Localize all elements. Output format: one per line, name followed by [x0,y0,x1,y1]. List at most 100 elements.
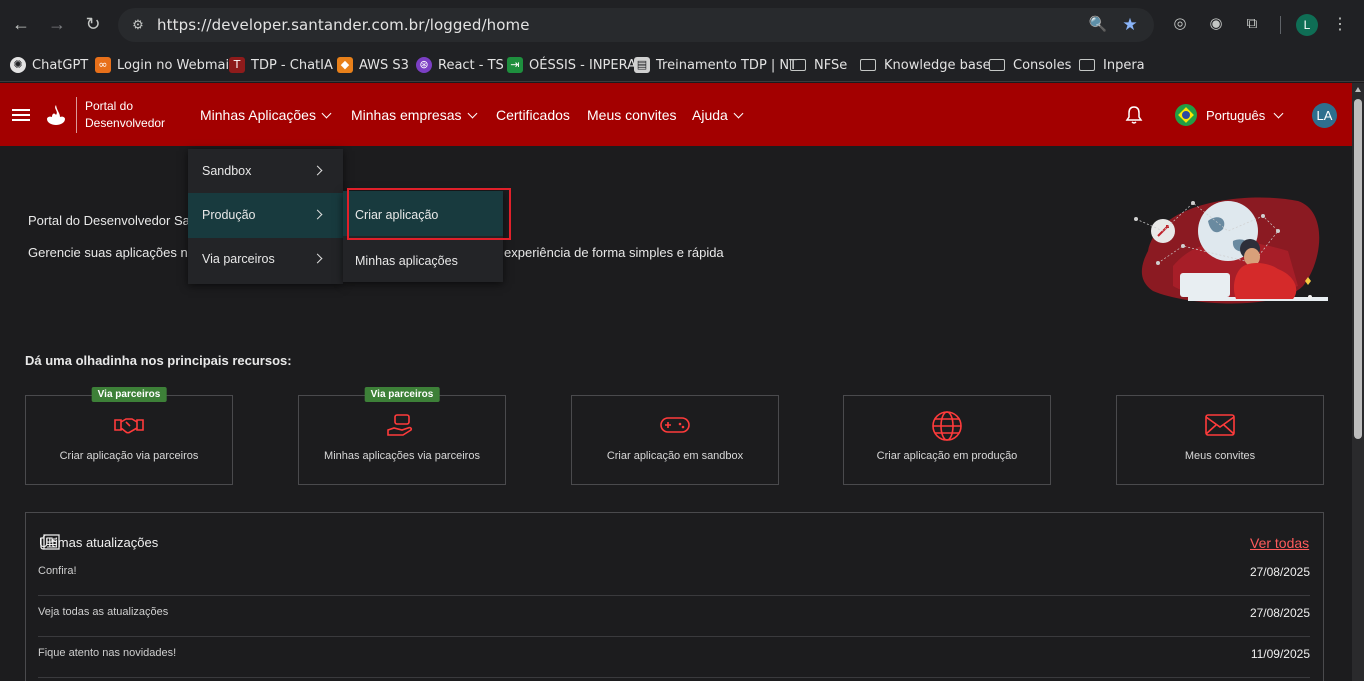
page-scrollbar[interactable] [1352,83,1364,681]
chevron-down-icon [467,108,477,118]
react-icon: ⊛ [416,57,432,73]
globe-icon [932,411,962,441]
aws-icon: ◆ [337,57,353,73]
bookmark-inpera[interactable]: Inpera [1079,54,1145,76]
chevron-right-icon [312,209,323,220]
nav-certificados[interactable]: Certificados [496,107,570,123]
updates-title: Últimas atualizações [39,535,159,550]
card-label: Minhas aplicações via parceiros [324,450,480,462]
hamburger-menu-icon[interactable] [12,109,30,121]
chevron-right-icon [312,165,323,176]
nav-minhas-aplicacoes[interactable]: Minhas Aplicações [200,107,332,123]
user-avatar[interactable]: LA [1312,103,1337,128]
bookmark-aws-s3[interactable]: ◆ AWS S3 [337,54,409,76]
santander-flame-icon[interactable] [44,103,68,127]
bookmark-webmail[interactable]: ∞ Login no Webmail [95,54,233,76]
chevron-down-icon [733,108,744,118]
site-info-icon[interactable]: ⚙ [128,15,148,35]
update-text: Fique atento nas novidades! [38,647,177,659]
card-label: Meus convites [1184,450,1256,462]
bookmarks-bar: ✺ ChatGPT ∞ Login no Webmail T TDP - ChatIA… [0,48,1364,82]
card-minhas-aplicacoes-via-parceiros[interactable]: Via parceiros Minhas aplicações via parc… [298,387,506,485]
scrollbar-thumb[interactable] [1354,99,1362,439]
extension-glasses-icon[interactable]: ◎ [1170,14,1190,34]
nav-ajuda[interactable]: Ajuda [692,107,744,123]
browser-toolbar: ← → ↻ ⚙ https://developer.santander.com.… [0,0,1364,48]
language-selector[interactable]: Português [1206,108,1284,123]
reload-icon[interactable]: ↻ [81,12,105,36]
page-content: Portal do Desenvolvedor Minhas Aplicaçõe… [0,83,1352,681]
card-criar-aplicacao-sandbox[interactable]: Criar aplicação em sandbox [571,395,779,485]
folder-icon [860,59,876,71]
bell-icon[interactable] [1125,105,1143,125]
envelope-icon [1205,414,1235,436]
portal-logo-text[interactable]: Portal do Desenvolvedor [85,98,165,132]
hero-title: Portal do Desenvolvedor San [28,213,198,228]
browser-menu-icon[interactable]: ⋮ [1330,14,1350,36]
chevron-down-icon [1273,108,1284,119]
tdp-icon: T [229,57,245,73]
bookmark-react-ts[interactable]: ⊛ React - TS [416,54,504,76]
forward-icon[interactable]: → [45,12,69,36]
minhas-aplicacoes-dropdown: Sandbox Produção Via parceiros [188,149,343,284]
bookmark-treinamento[interactable]: ▤ Treinamento TDP | NT [634,54,797,76]
bookmark-star-icon[interactable]: ★ [1120,15,1140,35]
update-date: 27/08/2025 [1249,565,1310,579]
extension-target-icon[interactable]: ◉ [1206,14,1226,34]
folder-icon [989,59,1005,71]
via-parceiros-badge: Via parceiros [91,387,167,402]
hand-coin-icon [387,414,413,436]
see-all-link[interactable]: Ver todas [1250,535,1309,551]
handshake-icon [114,418,144,434]
profile-avatar[interactable]: L [1296,14,1318,36]
resources-title: Dá uma olhadinha nos principais recursos… [25,353,292,368]
brazil-flag-icon[interactable] [1175,104,1197,126]
card-criar-aplicacao-via-parceiros[interactable]: Via parceiros Criar aplicação via parcei… [25,387,233,485]
nav-minhas-empresas[interactable]: Minhas empresas [351,107,477,123]
update-text: Confira! [38,565,77,577]
update-date: 27/08/2025 [1249,606,1310,620]
toolbar-divider [1280,16,1281,34]
bookmark-chatgpt[interactable]: ✺ ChatGPT [10,54,88,76]
chevron-right-icon [312,253,323,264]
address-bar[interactable]: ⚙ https://developer.santander.com.br/log… [118,8,1154,42]
card-label: Criar aplicação via parceiros [59,450,199,462]
update-text: Veja todas as atualizações [38,606,169,618]
oessis-icon: ⇥ [507,57,523,73]
card-criar-aplicacao-producao[interactable]: Criar aplicação em produção [843,395,1051,485]
hero-subtitle-end: experiência de forma simples e rápida [504,245,724,260]
bookmark-nfse[interactable]: NFSe [790,54,847,76]
hero-subtitle-start: Gerencie suas aplicações no [28,245,195,260]
folder-icon [1079,59,1095,71]
nav-meus-convites[interactable]: Meus convites [587,107,676,123]
submenu-item-minhas-aplicacoes[interactable]: Minhas aplicações [343,237,503,282]
bookmark-consoles[interactable]: Consoles [989,54,1071,76]
update-row[interactable]: Confira! 27/08/2025 [38,555,1310,596]
card-label: Criar aplicação em produção [876,450,1018,462]
chatgpt-icon: ✺ [10,57,26,73]
zoom-icon[interactable]: 🔍 [1088,15,1108,35]
url-text[interactable]: https://developer.santander.com.br/logge… [157,16,530,34]
update-row[interactable]: Veja todas as atualizações 27/08/2025 [38,596,1310,637]
highlight-annotation-box [347,188,511,240]
logo-divider [76,97,77,133]
site-header: Portal do Desenvolvedor Minhas Aplicaçõe… [0,83,1352,146]
bookmark-oessis[interactable]: ⇥ OÉSSIS - INPERA [507,54,636,76]
card-label: Criar aplicação em sandbox [606,450,744,462]
extensions-puzzle-icon[interactable]: ⧉ [1242,14,1262,34]
hero-illustration [1134,197,1328,304]
menu-item-producao[interactable]: Produção [188,193,343,238]
folder-icon [790,59,806,71]
update-date: 11/09/2025 [1250,647,1310,661]
webmail-icon: ∞ [95,57,111,73]
bookmark-knowledge-base[interactable]: Knowledge base [860,54,991,76]
gamepad-icon [660,417,690,433]
bookmark-tdp-chatia[interactable]: T TDP - ChatIA [229,54,333,76]
menu-item-via-parceiros[interactable]: Via parceiros [188,237,343,282]
via-parceiros-badge: Via parceiros [364,387,440,402]
update-row[interactable]: Fique atento nas novidades! 11/09/2025 [38,637,1310,678]
menu-item-sandbox[interactable]: Sandbox [188,149,343,194]
card-meus-convites[interactable]: Meus convites [1116,395,1324,485]
scroll-up-icon[interactable] [1355,87,1361,92]
back-icon[interactable]: ← [9,12,33,36]
